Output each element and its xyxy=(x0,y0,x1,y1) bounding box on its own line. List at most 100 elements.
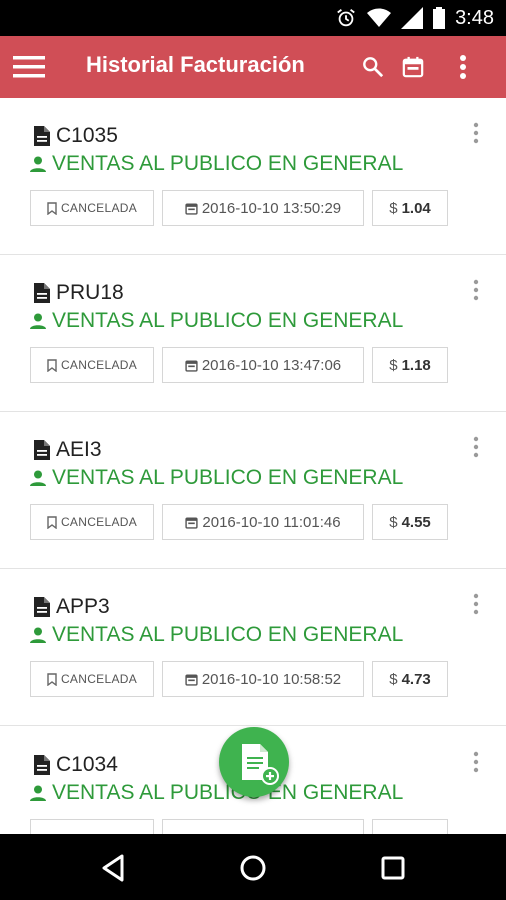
recents-icon[interactable] xyxy=(373,848,413,888)
status-label: CANCELADA xyxy=(60,201,138,215)
card-more-icon[interactable] xyxy=(468,436,484,458)
date-chip: 2016-10-10 11:01:46 xyxy=(162,504,364,540)
wifi-icon xyxy=(367,8,392,27)
person-icon xyxy=(30,156,46,172)
invoice-header: APP3 xyxy=(34,595,110,619)
invoice-id: C1034 xyxy=(56,753,118,776)
bookmark-icon xyxy=(47,358,57,372)
bookmark-icon xyxy=(47,515,57,529)
status-badge: CANCELADA xyxy=(30,504,154,540)
status-bar: 3:48 xyxy=(0,0,506,36)
date-chip: 2016-10-10 13:47:06 xyxy=(162,347,364,383)
invoice-date: 2016-10-10 10:58:52 xyxy=(201,670,342,688)
client-name: VENTAS AL PUBLICO EN GENERAL xyxy=(52,309,404,332)
hamburger-icon xyxy=(13,56,45,78)
person-icon xyxy=(30,313,46,329)
home-icon[interactable] xyxy=(233,848,273,888)
search-icon xyxy=(363,57,384,78)
calendar-small-icon xyxy=(185,359,198,372)
search-button[interactable] xyxy=(356,50,390,84)
amount-chip xyxy=(372,819,448,834)
status-badge: CANCELADA xyxy=(30,347,154,383)
invoice-id: AEI3 xyxy=(56,438,102,461)
card-more-icon[interactable] xyxy=(468,122,484,144)
invoice-id: C1035 xyxy=(56,124,118,147)
status-label: CANCELADA xyxy=(60,358,138,372)
bookmark-icon xyxy=(47,201,57,215)
person-icon xyxy=(30,785,46,801)
card-more-icon[interactable] xyxy=(468,593,484,615)
client-name: VENTAS AL PUBLICO EN GENERAL xyxy=(52,623,404,646)
amount-chip: $ 1.18 xyxy=(372,347,448,383)
invoice-client: VENTAS AL PUBLICO EN GENERAL xyxy=(30,623,403,647)
invoice-client: VENTAS AL PUBLICO EN GENERAL xyxy=(30,781,403,805)
client-name: VENTAS AL PUBLICO EN GENERAL xyxy=(52,152,404,175)
calendar-icon xyxy=(402,56,424,78)
more-vert-icon xyxy=(460,55,466,79)
invoice-list: C1035 VENTAS AL PUBLICO EN GENERAL CANCE… xyxy=(0,98,506,834)
invoice-date: 2016-10-10 13:47:06 xyxy=(201,356,342,374)
invoice-header: AEI3 xyxy=(34,438,102,462)
invoice-client: VENTAS AL PUBLICO EN GENERAL xyxy=(30,309,403,333)
battery-icon xyxy=(433,7,446,29)
status-badge: CANCELADA xyxy=(30,661,154,697)
date-chip: 2016-10-10 10:58:52 xyxy=(162,661,364,697)
calendar-small-icon xyxy=(185,202,198,215)
invoice-date: 2016-10-10 11:01:46 xyxy=(202,513,341,531)
invoice-client: VENTAS AL PUBLICO EN GENERAL xyxy=(30,152,403,176)
alarm-icon xyxy=(337,9,355,27)
signal-icon xyxy=(401,7,424,29)
invoice-date: 2016-10-10 13:50:29 xyxy=(201,199,342,217)
date-chip: 2016-10-10 13:50:29 xyxy=(162,190,364,226)
calendar-button[interactable] xyxy=(396,50,430,84)
invoice-amount: 1.04 xyxy=(401,199,431,217)
status-time: 3:48 xyxy=(455,6,494,29)
status-badge: CANCELADA xyxy=(30,190,154,226)
menu-button[interactable] xyxy=(12,50,46,84)
person-icon xyxy=(30,627,46,643)
amount-chip: $ 1.04 xyxy=(372,190,448,226)
invoice-header: C1034 xyxy=(34,753,118,777)
overflow-menu-button[interactable] xyxy=(446,50,480,84)
page-title: Historial Facturación xyxy=(86,52,305,77)
app-bar: Historial Facturación xyxy=(0,36,506,98)
client-name: VENTAS AL PUBLICO EN GENERAL xyxy=(52,466,404,489)
back-icon[interactable] xyxy=(94,848,134,888)
status-badge xyxy=(30,819,154,834)
currency-symbol: $ xyxy=(389,670,398,688)
document-icon xyxy=(34,755,50,775)
invoice-card[interactable]: AEI3 VENTAS AL PUBLICO EN GENERAL CANCEL… xyxy=(0,412,506,569)
status-label: CANCELADA xyxy=(60,515,138,529)
invoice-header: PRU18 xyxy=(34,281,124,305)
document-icon xyxy=(34,126,50,146)
invoice-card[interactable]: C1035 VENTAS AL PUBLICO EN GENERAL CANCE… xyxy=(0,98,506,255)
invoice-client: VENTAS AL PUBLICO EN GENERAL xyxy=(30,466,403,490)
new-invoice-button[interactable] xyxy=(219,727,289,797)
document-icon xyxy=(34,283,50,303)
invoice-amount: 1.18 xyxy=(401,356,431,374)
currency-symbol: $ xyxy=(389,356,398,374)
system-nav-bar xyxy=(0,834,506,900)
date-chip xyxy=(162,819,364,834)
bookmark-icon xyxy=(47,672,57,686)
invoice-id: APP3 xyxy=(56,595,110,618)
invoice-id: PRU18 xyxy=(56,281,124,304)
add-document-icon xyxy=(242,744,279,785)
calendar-small-icon xyxy=(185,673,198,686)
currency-symbol: $ xyxy=(389,199,398,217)
currency-symbol: $ xyxy=(389,513,398,531)
invoice-header: C1035 xyxy=(34,124,118,148)
invoice-card[interactable]: PRU18 VENTAS AL PUBLICO EN GENERAL CANCE… xyxy=(0,255,506,412)
calendar-small-icon xyxy=(185,516,199,529)
invoice-amount: 4.73 xyxy=(401,670,431,688)
person-icon xyxy=(30,470,46,486)
card-more-icon[interactable] xyxy=(468,279,484,301)
amount-chip: $ 4.55 xyxy=(372,504,448,540)
invoice-card[interactable]: APP3 VENTAS AL PUBLICO EN GENERAL CANCEL… xyxy=(0,569,506,726)
amount-chip: $ 4.73 xyxy=(372,661,448,697)
document-icon xyxy=(34,597,50,617)
document-icon xyxy=(34,440,50,460)
status-label: CANCELADA xyxy=(60,672,138,686)
invoice-amount: 4.55 xyxy=(401,513,431,531)
card-more-icon[interactable] xyxy=(468,751,484,773)
